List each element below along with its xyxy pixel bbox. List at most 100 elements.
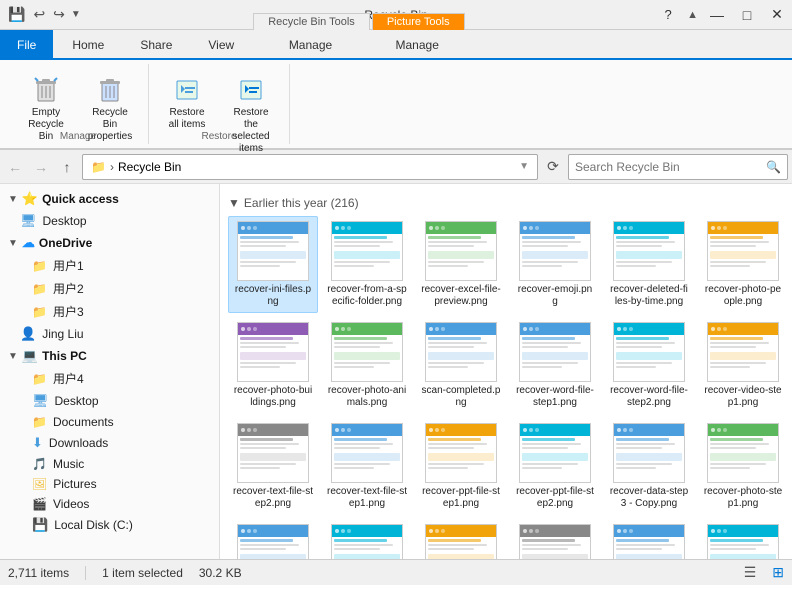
file-thumbnail	[331, 524, 403, 559]
section-toggle-icon: ▼	[228, 196, 240, 210]
file-item[interactable]: recover-emoji.png	[510, 216, 600, 313]
sidebar-item-thispc-user-label: 用户4	[53, 370, 84, 387]
search-input[interactable]	[575, 160, 766, 174]
quick-access-label: Quick access	[42, 192, 119, 206]
this-pc-label: This PC	[42, 349, 87, 363]
sidebar-item-pictures[interactable]: 🖼 Pictures	[0, 474, 219, 494]
file-item[interactable]: recover-ppt-file-step1.png	[416, 418, 506, 515]
tab-file[interactable]: File	[0, 30, 53, 58]
file-thumbnail	[707, 221, 779, 281]
section-header-earlier[interactable]: ▼ Earlier this year (216)	[228, 192, 788, 216]
view-details-icon[interactable]: ☰	[744, 564, 757, 581]
sidebar-item-documents-label: Documents	[53, 415, 114, 429]
manage-group-label: Manage	[8, 131, 148, 142]
sidebar-item-pictures-label: Pictures	[53, 477, 96, 491]
status-sep-1	[85, 566, 86, 580]
tab-manage-recycle[interactable]: Manage	[252, 30, 369, 58]
file-thumbnail	[613, 221, 685, 281]
refresh-button[interactable]: ⟳	[542, 156, 564, 178]
onedrive-header[interactable]: ▼ ☁ OneDrive	[0, 232, 219, 254]
tab-view-label: View	[208, 38, 234, 52]
sidebar-item-user3[interactable]: 📁 用户3	[0, 300, 219, 323]
file-name: recover-word-file-step2.png	[609, 385, 689, 409]
file-item[interactable]: recover-text-file-step2.png	[228, 418, 318, 515]
file-scroll[interactable]: ▼ Earlier this year (216)	[220, 184, 792, 559]
qat-undo-icon[interactable]: ↩	[31, 4, 47, 25]
file-item[interactable]: recover-photo-animals.png	[322, 317, 412, 414]
file-item[interactable]: recover-external-device-step3.png	[604, 519, 694, 559]
file-thumbnail	[237, 524, 309, 559]
sidebar-item-jing-liu-label: Jing Liu	[42, 327, 83, 341]
file-thumbnail	[519, 524, 591, 559]
sidebar-item-documents[interactable]: 📁 Documents	[0, 412, 219, 432]
this-pc-toggle: ▼	[8, 351, 18, 362]
status-size: 30.2 KB	[199, 566, 242, 580]
file-thumbnail	[707, 322, 779, 382]
sidebar-item-local-disk[interactable]: 💾 Local Disk (C:)	[0, 514, 219, 536]
qat-save-icon[interactable]: 💾	[6, 4, 27, 25]
file-item[interactable]: recover-external-device-step2.png	[698, 519, 788, 559]
sidebar-item-music[interactable]: 🎵 Music	[0, 454, 219, 474]
file-item[interactable]: recover-pdf-file-step2.png	[228, 519, 318, 559]
sidebar-item-thispc-desktop[interactable]: 🖥 Desktop	[0, 390, 219, 412]
file-item[interactable]: recover-from-a-specific-folder.png	[322, 216, 412, 313]
search-bar[interactable]: 🔍	[568, 154, 788, 180]
restore-all-items-button[interactable]: Restoreall items	[157, 68, 217, 136]
file-grid: recover-ini-files.png recover-from	[228, 216, 788, 559]
file-item[interactable]: recover-photo-step1.png	[698, 418, 788, 515]
desktop-icon-2: 🖥	[32, 393, 49, 409]
ribbon-area: EmptyRecycle Bin Recycle Binproperties M…	[0, 60, 792, 150]
user-icon: 👤	[20, 326, 36, 342]
quick-access-header[interactable]: ▼ ⭐ Quick access	[0, 188, 219, 210]
recycle-bin-properties-icon	[94, 73, 126, 105]
file-name: recover-ini-files.png	[233, 284, 313, 308]
sidebar-item-desktop[interactable]: 🖥 Desktop	[0, 210, 219, 232]
file-item[interactable]: recover-photo-people.png	[698, 216, 788, 313]
file-item[interactable]: recover-word-file-step2.png	[604, 317, 694, 414]
file-item[interactable]: recover-text-file-step1.png	[322, 418, 412, 515]
file-name: recover-emoji.png	[515, 284, 595, 308]
qat-dropdown-icon[interactable]: ▼	[71, 9, 81, 20]
file-item[interactable]: recover-office-file-step1.png	[510, 519, 600, 559]
sidebar-item-local-disk-label: Local Disk (C:)	[54, 518, 133, 532]
file-item[interactable]: recover-word-file-step1.png	[510, 317, 600, 414]
file-name: recover-photo-buildings.png	[233, 385, 313, 409]
file-item[interactable]: recover-office-file-step2.png	[416, 519, 506, 559]
file-item[interactable]: recover-data-step3 - Copy.png	[604, 418, 694, 515]
sidebar-item-user2[interactable]: 📁 用户2	[0, 277, 219, 300]
file-item[interactable]: recover-video-step1.png	[698, 317, 788, 414]
tab-share[interactable]: Share	[123, 30, 189, 58]
file-thumbnail	[237, 322, 309, 382]
file-name: recover-excel-file-preview.png	[421, 284, 501, 308]
sidebar-item-jing-liu[interactable]: 👤 Jing Liu	[0, 323, 219, 345]
tab-manage-picture[interactable]: Manage	[371, 30, 464, 58]
breadcrumb-dropdown-icon[interactable]: ▼	[519, 161, 529, 172]
sidebar: ▼ ⭐ Quick access 🖥 Desktop ▼ ☁ OneDrive …	[0, 184, 220, 559]
file-item[interactable]: recover-photo-buildings.png	[228, 317, 318, 414]
file-item[interactable]: recover-pdf-file-step1.png	[322, 519, 412, 559]
qat-redo-icon[interactable]: ↪	[51, 4, 67, 25]
file-item[interactable]: scan-completed.png	[416, 317, 506, 414]
file-item[interactable]: recover-ini-files.png	[228, 216, 318, 313]
sidebar-item-videos[interactable]: 🎬 Videos	[0, 494, 219, 514]
this-pc-header[interactable]: ▼ 💻 This PC	[0, 345, 219, 367]
folder-icon-tpu: 📁	[32, 372, 47, 386]
file-thumbnail	[331, 221, 403, 281]
sidebar-item-user1-label: 用户1	[53, 257, 84, 274]
file-thumbnail	[425, 221, 497, 281]
view-tiles-icon[interactable]: ⊞	[772, 564, 784, 581]
file-thumbnail	[425, 423, 497, 483]
file-item[interactable]: recover-ppt-file-step2.png	[510, 418, 600, 515]
sidebar-item-user1[interactable]: 📁 用户1	[0, 254, 219, 277]
file-name: recover-photo-animals.png	[327, 385, 407, 409]
file-item[interactable]: recover-excel-file-preview.png	[416, 216, 506, 313]
tab-view[interactable]: View	[191, 30, 251, 58]
restore-selected-button[interactable]: Restore theselected items	[221, 68, 281, 160]
sidebar-item-thispc-user[interactable]: 📁 用户4	[0, 367, 219, 390]
file-item[interactable]: recover-deleted-files-by-time.png	[604, 216, 694, 313]
sidebar-item-downloads[interactable]: ⬇ Downloads	[0, 432, 219, 454]
breadcrumb[interactable]: 📁 › Recycle Bin ▼	[82, 154, 538, 180]
file-thumbnail	[519, 322, 591, 382]
quick-access-toggle: ▼	[8, 194, 18, 205]
tab-home[interactable]: Home	[55, 30, 121, 58]
